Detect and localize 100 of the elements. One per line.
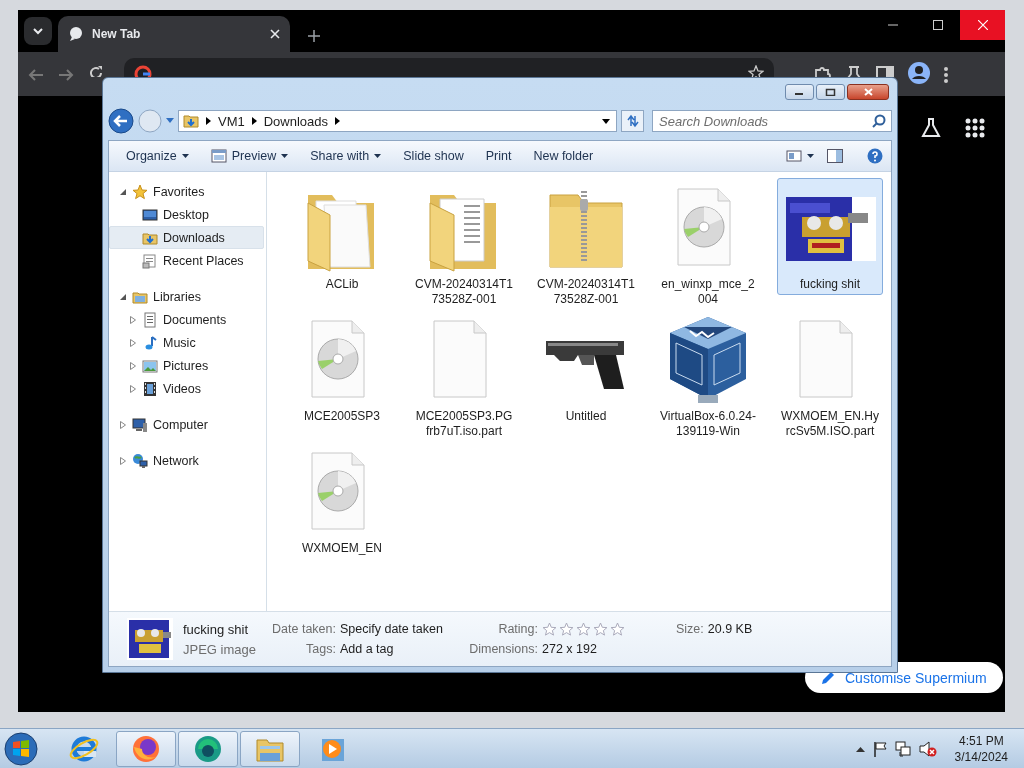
close-icon[interactable] xyxy=(270,29,280,39)
app-grid-icon[interactable] xyxy=(965,118,985,138)
plus-icon[interactable] xyxy=(308,30,320,42)
network-icon[interactable] xyxy=(894,740,911,757)
nav-item[interactable]: Computer xyxy=(109,413,264,436)
toolbar-button[interactable]: Preview xyxy=(201,144,298,168)
recent-places-icon xyxy=(142,252,158,269)
maximize-icon xyxy=(932,20,943,30)
file-item[interactable]: MCE2005SP3 xyxy=(289,310,395,427)
chevron-up-icon[interactable] xyxy=(855,745,865,752)
maximize-button[interactable] xyxy=(816,84,845,100)
file-item[interactable]: WXMOEM_EN.HyrcSv5M.ISO.part xyxy=(777,310,883,442)
minimize-button[interactable] xyxy=(785,84,814,100)
file-item[interactable]: Untitled xyxy=(533,310,639,427)
start-orb-icon[interactable] xyxy=(4,731,38,766)
nav-item[interactable]: Videos xyxy=(109,377,264,400)
star-icon[interactable] xyxy=(542,621,557,637)
breadcrumb-item[interactable]: VM1 xyxy=(218,113,245,129)
star-icon[interactable] xyxy=(748,65,764,77)
toolbar-button[interactable]: Organize xyxy=(117,144,198,168)
property-value[interactable]: Specify date taken xyxy=(340,622,443,636)
file-item[interactable]: CVM-20240314T173528Z-001 xyxy=(533,178,639,310)
picture-icon xyxy=(142,357,158,374)
star-icon[interactable] xyxy=(593,621,608,637)
property-label: Date taken: xyxy=(271,622,336,636)
preview-pane-icon[interactable] xyxy=(827,149,843,163)
property-value[interactable]: Add a tag xyxy=(340,642,394,656)
nav-item[interactable]: Recent Places xyxy=(109,249,264,272)
star-icon[interactable] xyxy=(576,621,591,637)
clock[interactable]: 4:51 PM 3/14/2024 xyxy=(954,733,1008,764)
property-value[interactable]: 20.9 KB xyxy=(707,622,753,636)
globe-icon xyxy=(132,452,148,469)
g-logo-icon xyxy=(134,65,152,77)
nav-item[interactable]: Music xyxy=(109,331,264,354)
refresh-arrows-icon xyxy=(625,114,640,128)
expand-arrow-icon[interactable] xyxy=(118,420,127,429)
nav-item[interactable]: Desktop xyxy=(109,203,264,226)
file-item[interactable]: MCE2005SP3.PGfrb7uT.iso.part xyxy=(411,310,517,442)
nav-item[interactable]: Downloads xyxy=(109,226,264,249)
desktop-icon xyxy=(142,206,158,223)
close-icon xyxy=(977,20,988,30)
breadcrumb-item[interactable]: Downloads xyxy=(263,113,329,129)
document-icon xyxy=(142,311,158,328)
expand-arrow-icon[interactable] xyxy=(118,456,127,465)
side-panel-icon[interactable] xyxy=(876,65,894,77)
profile-icon[interactable] xyxy=(908,62,930,84)
browser-tab[interactable]: New Tab xyxy=(58,16,290,52)
nav-item[interactable]: Favorites xyxy=(109,180,264,203)
address-bar[interactable]: VM1 Downloads xyxy=(178,110,618,132)
puzzle-icon[interactable] xyxy=(814,65,832,77)
caret-icon xyxy=(807,154,814,158)
collapse-arrow-icon[interactable] xyxy=(118,292,127,301)
star-icon[interactable] xyxy=(559,621,574,637)
expand-arrow-icon[interactable] xyxy=(128,384,137,393)
chevron-right-icon[interactable] xyxy=(206,117,211,125)
property-value[interactable]: 272 x 192 xyxy=(542,642,597,656)
search-field[interactable]: Search Downloads xyxy=(652,110,892,132)
film-icon xyxy=(142,380,158,397)
tab-search-button[interactable] xyxy=(24,17,52,45)
file-type: JPEG image xyxy=(183,641,256,657)
pin-icon[interactable] xyxy=(846,65,862,77)
nav-item[interactable]: Pictures xyxy=(109,354,264,377)
file-item[interactable]: ACLib xyxy=(289,178,395,295)
reload-icon[interactable] xyxy=(88,65,104,77)
file-item[interactable]: fucking shit xyxy=(777,178,883,295)
star-icon[interactable] xyxy=(610,621,625,637)
nav-item[interactable]: Libraries xyxy=(109,285,264,308)
expand-arrow-icon[interactable] xyxy=(128,315,137,324)
file-item[interactable]: VirtualBox-6.0.24-139119-Win xyxy=(655,310,761,442)
file-name: fucking shit xyxy=(183,621,250,637)
toolbar-button[interactable]: Print xyxy=(476,144,521,168)
flask-icon[interactable] xyxy=(921,118,941,138)
chevron-right-icon[interactable] xyxy=(251,117,257,125)
help-icon[interactable] xyxy=(867,148,883,164)
chevron-down-icon xyxy=(32,25,44,37)
toolbar-button[interactable]: New folder xyxy=(524,144,603,168)
caret-icon[interactable] xyxy=(602,118,611,124)
toolbar-button[interactable]: Share with xyxy=(301,144,391,168)
flag-icon[interactable] xyxy=(872,740,887,757)
preview-window-icon xyxy=(210,149,227,163)
file-item[interactable]: en_winxp_mce_2004 xyxy=(655,178,761,310)
chevron-right-icon[interactable] xyxy=(335,117,341,125)
expand-arrow-icon[interactable] xyxy=(128,361,137,370)
nav-item[interactable]: Documents xyxy=(109,308,264,331)
star-icon xyxy=(132,183,148,200)
forward-arrow-icon[interactable] xyxy=(58,67,74,83)
refresh-button[interactable] xyxy=(621,110,644,132)
file-item[interactable]: WXMOEM_EN xyxy=(289,442,395,559)
expand-arrow-icon[interactable] xyxy=(128,338,137,347)
menu-icon[interactable] xyxy=(944,67,948,83)
nav-item[interactable]: Network xyxy=(109,449,264,472)
speaker-muted-icon[interactable] xyxy=(918,740,937,757)
collapse-arrow-icon[interactable] xyxy=(118,187,127,196)
close-icon xyxy=(862,88,874,96)
property-label: Rating: xyxy=(497,622,538,636)
toolbar-button[interactable]: Slide show xyxy=(394,144,473,168)
address-field[interactable] xyxy=(124,58,774,77)
property-label: Size: xyxy=(676,622,704,636)
file-item[interactable]: CVM-20240314T173528Z-001 xyxy=(411,178,517,310)
close-button[interactable] xyxy=(847,84,889,100)
